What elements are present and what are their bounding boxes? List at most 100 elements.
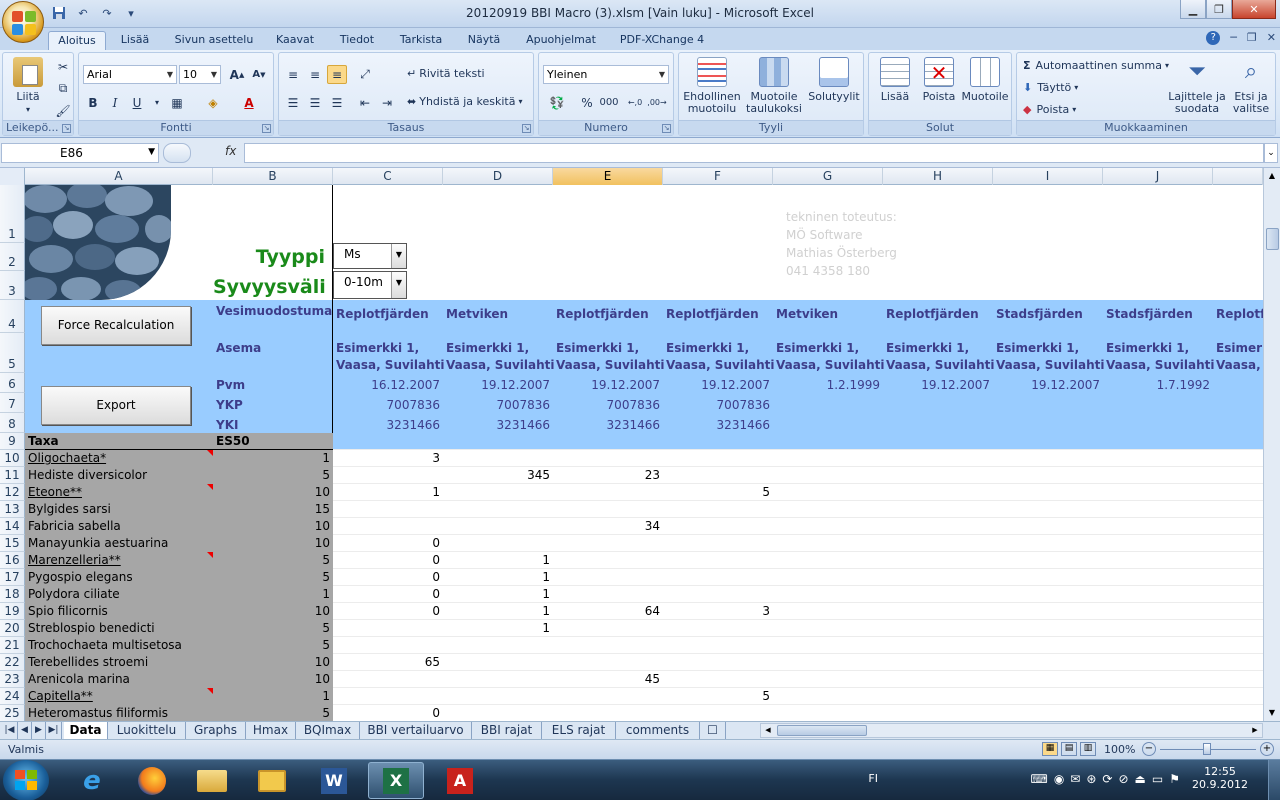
sync-icon[interactable]: ⟳ bbox=[1102, 772, 1112, 786]
find-select-button[interactable]: ⌕ Etsi ja valitse bbox=[1227, 57, 1275, 115]
scroll-right-icon[interactable]: ▶ bbox=[1248, 724, 1262, 737]
row-header[interactable]: 9 bbox=[0, 433, 25, 450]
decrease-decimal-icon[interactable]: ,00→ bbox=[647, 93, 667, 112]
sheet-tab-comments[interactable]: comments bbox=[616, 722, 700, 739]
taxa-name[interactable]: Marenzelleria** bbox=[25, 552, 213, 569]
underline-dropdown-icon[interactable]: ▾ bbox=[147, 93, 167, 112]
first-sheet-icon[interactable]: |◀ bbox=[2, 722, 18, 739]
format-as-table-button[interactable]: Muotoile taulukoksi bbox=[743, 57, 805, 115]
italic-icon[interactable]: I bbox=[105, 93, 125, 112]
start-button[interactable] bbox=[3, 760, 49, 800]
expand-formula-bar-icon[interactable]: ⌄ bbox=[1264, 143, 1278, 163]
word-icon[interactable]: W bbox=[306, 762, 362, 799]
column-header[interactable]: C bbox=[333, 168, 443, 185]
merge-center-button[interactable]: ⬌ Yhdistä ja keskitä ▾ bbox=[407, 95, 523, 108]
formula-bar-resize-handle[interactable] bbox=[163, 143, 191, 163]
row-header[interactable]: 25 bbox=[0, 705, 25, 721]
taxa-name[interactable]: Capitella** bbox=[25, 688, 213, 705]
force-recalculation-button[interactable]: Force Recalculation bbox=[41, 306, 191, 345]
firefox-icon[interactable] bbox=[124, 762, 180, 799]
column-header[interactable]: B bbox=[213, 168, 333, 185]
cell-styles-button[interactable]: Solutyylit bbox=[805, 57, 863, 103]
number-format-combo[interactable]: Yleinen ▼ bbox=[543, 65, 669, 84]
zoom-out-icon[interactable]: − bbox=[1142, 742, 1156, 756]
clipboard-launcher-icon[interactable]: ↘ bbox=[62, 124, 71, 133]
zoom-in-icon[interactable]: + bbox=[1260, 742, 1274, 756]
decrease-indent-icon[interactable]: ⇤ bbox=[355, 93, 375, 112]
copy-icon[interactable]: ⧉ bbox=[53, 79, 73, 98]
row-header[interactable]: 12 bbox=[0, 484, 25, 501]
delete-cells-button[interactable]: ✕ Poista bbox=[915, 57, 963, 103]
scroll-down-icon[interactable]: ▼ bbox=[1264, 705, 1280, 721]
hscroll-thumb[interactable] bbox=[777, 725, 867, 736]
excel-taskbar-icon[interactable]: X bbox=[368, 762, 424, 799]
formula-input[interactable] bbox=[244, 143, 1264, 163]
font-color-icon[interactable]: A bbox=[239, 93, 259, 112]
mail-icon[interactable]: ✉ bbox=[1070, 772, 1080, 786]
close-workbook-icon[interactable]: ✕ bbox=[1267, 31, 1276, 45]
select-all-button[interactable] bbox=[0, 168, 25, 185]
font-name-combo[interactable]: Arial ▼ bbox=[83, 65, 177, 84]
column-header[interactable]: I bbox=[993, 168, 1103, 185]
align-top-icon[interactable]: ≡ bbox=[283, 65, 303, 84]
sort-filter-button[interactable]: ⏷ Lajittele ja suodata bbox=[1167, 57, 1227, 115]
normal-view-icon[interactable]: ▦ bbox=[1042, 742, 1058, 756]
autosum-button[interactable]: Σ Automaattinen summa ▾ bbox=[1023, 59, 1169, 72]
sheet-tab-hmax[interactable]: Hmax bbox=[246, 722, 296, 739]
conditional-formatting-button[interactable]: Ehdollinen muotoilu bbox=[681, 57, 743, 115]
row-header[interactable]: 8 bbox=[0, 413, 25, 433]
clock[interactable]: 12:55 20.9.2012 bbox=[1190, 765, 1250, 791]
language-indicator[interactable]: FI bbox=[868, 772, 878, 785]
tab-sivun-asettelu[interactable]: Sivun asettelu bbox=[168, 31, 260, 50]
row-header[interactable]: 5 bbox=[0, 333, 25, 373]
tyyppi-select[interactable]: Ms ▼ bbox=[333, 243, 407, 269]
tab-tiedot[interactable]: Tiedot bbox=[330, 31, 384, 50]
row-header[interactable]: 16 bbox=[0, 552, 25, 569]
column-header[interactable]: F bbox=[663, 168, 773, 185]
tab-apuohjelmat[interactable]: Apuohjelmat bbox=[518, 31, 604, 50]
fill-button[interactable]: ⬇ Täyttö ▾ bbox=[1023, 81, 1078, 94]
internet-explorer-icon[interactable]: e bbox=[64, 762, 120, 799]
pdf-reader-icon[interactable]: A bbox=[432, 762, 488, 799]
security-icon[interactable]: ⊛ bbox=[1086, 772, 1096, 786]
row-header[interactable]: 7 bbox=[0, 393, 25, 413]
column-header[interactable]: A bbox=[25, 168, 213, 185]
monitor-icon[interactable]: ▭ bbox=[1152, 772, 1163, 786]
network-icon[interactable]: ⊘ bbox=[1118, 772, 1128, 786]
row-header[interactable]: 18 bbox=[0, 586, 25, 603]
sheet-tab-bbi-vertailuarvo[interactable]: BBI vertailuarvo bbox=[360, 722, 472, 739]
sheet-tab-bqimax[interactable]: BQImax bbox=[296, 722, 360, 739]
row-header[interactable]: 15 bbox=[0, 535, 25, 552]
tab-kaavat[interactable]: Kaavat bbox=[268, 31, 322, 50]
row-header[interactable]: 24 bbox=[0, 688, 25, 705]
column-header[interactable]: G bbox=[773, 168, 883, 185]
tab-nayta[interactable]: Näytä bbox=[460, 31, 508, 50]
row-header[interactable]: 2 bbox=[0, 243, 25, 271]
align-middle-icon[interactable]: ≡ bbox=[305, 65, 325, 84]
row-header[interactable]: 11 bbox=[0, 467, 25, 484]
name-box[interactable]: E86 ▼ bbox=[1, 143, 159, 163]
close-icon[interactable]: ✕ bbox=[1232, 0, 1276, 19]
row-header[interactable]: 4 bbox=[0, 300, 25, 333]
column-header[interactable]: H bbox=[883, 168, 993, 185]
keyboard-icon[interactable]: ⌨ bbox=[1030, 772, 1047, 786]
column-header[interactable]: J bbox=[1103, 168, 1213, 185]
grow-font-icon[interactable]: A ▲ bbox=[227, 65, 247, 84]
zoom-slider-thumb[interactable] bbox=[1203, 743, 1211, 755]
thousands-icon[interactable]: 000 bbox=[599, 93, 619, 112]
sheet-tab-bbi-rajat[interactable]: BBI rajat bbox=[472, 722, 542, 739]
format-painter-icon[interactable]: 🖌 bbox=[53, 101, 73, 120]
row-header[interactable]: 1 bbox=[0, 185, 25, 243]
last-sheet-icon[interactable]: ▶| bbox=[46, 722, 62, 739]
scroll-thumb[interactable] bbox=[1266, 228, 1279, 250]
file-explorer-icon[interactable] bbox=[184, 762, 240, 799]
row-header[interactable]: 13 bbox=[0, 501, 25, 518]
paste-button[interactable]: Liitä ▾ bbox=[5, 57, 51, 116]
insert-function-icon[interactable]: fx bbox=[225, 144, 236, 158]
tab-pdf-xchange[interactable]: PDF-XChange 4 bbox=[614, 31, 710, 50]
tab-aloitus[interactable]: Aloitus bbox=[48, 31, 106, 50]
tab-lisaa[interactable]: Lisää bbox=[112, 31, 158, 50]
scroll-left-icon[interactable]: ◀ bbox=[761, 724, 775, 737]
fill-color-icon[interactable]: ◈ bbox=[203, 93, 223, 112]
restore-workbook-icon[interactable]: ❐ bbox=[1247, 31, 1257, 45]
